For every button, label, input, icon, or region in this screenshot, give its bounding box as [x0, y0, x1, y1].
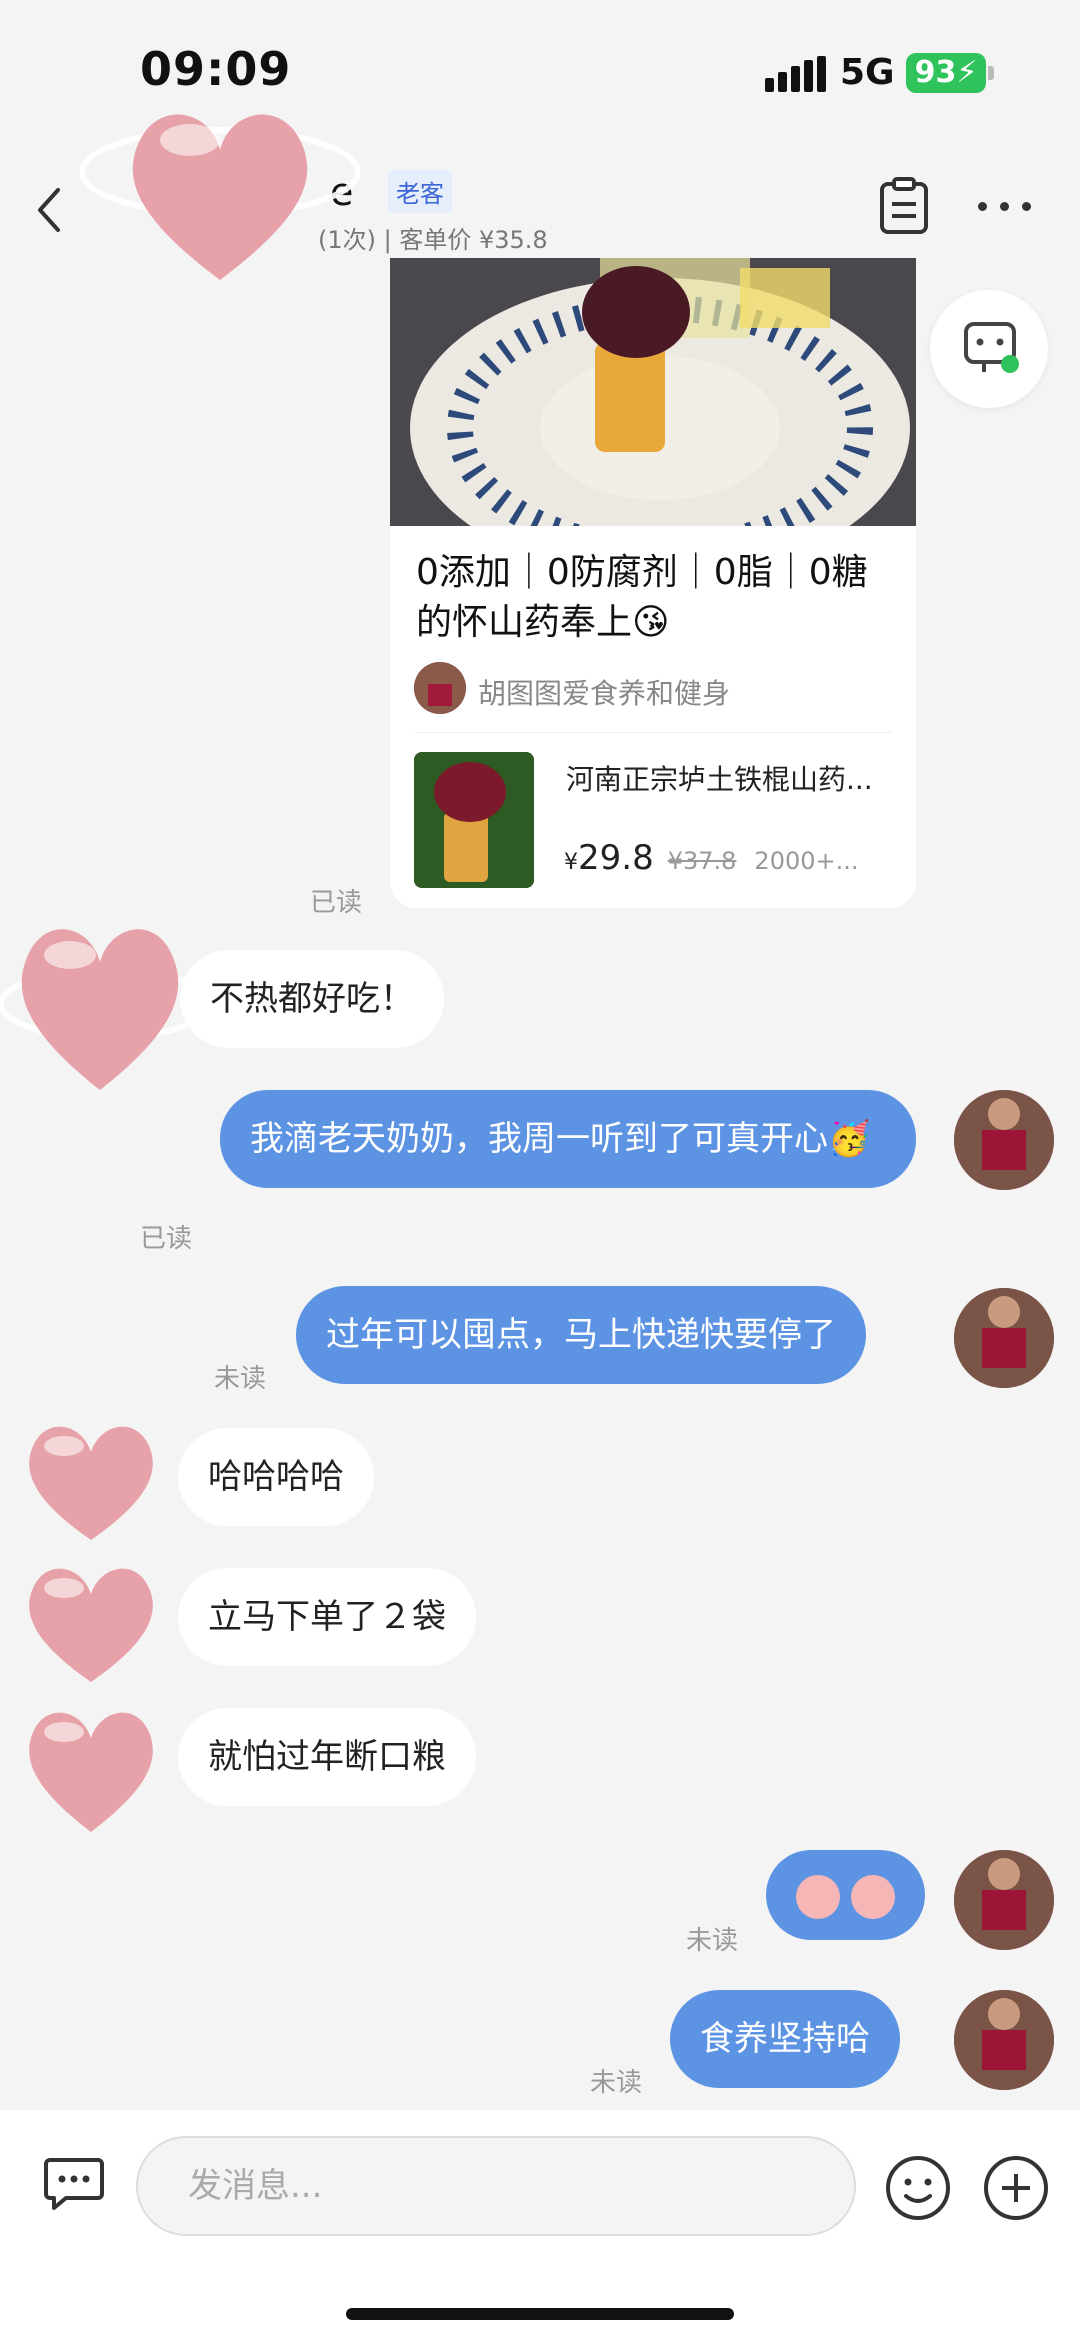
goods-price: 29.8: [578, 838, 654, 878]
self-avatar[interactable]: [954, 1288, 1054, 1388]
peach-sticker-icon: [796, 1874, 840, 1919]
heart-avatar-icon[interactable]: [6, 1548, 176, 1688]
heart-avatar-icon[interactable]: [6, 1690, 176, 1840]
product-card-title: 0添加｜0防腐剂｜0脂｜0糖 的怀山药奉上😘: [416, 552, 868, 643]
message-bubble-outgoing[interactable]: 食养坚持哈: [670, 1990, 900, 2088]
self-avatar[interactable]: [954, 1850, 1054, 1950]
signal-icon: [765, 56, 826, 92]
network-type: 5G: [840, 52, 895, 93]
ai-assistant-button[interactable]: [930, 290, 1048, 408]
battery-cap: [988, 66, 994, 80]
sticker-bubble[interactable]: [766, 1850, 925, 1940]
goods-price-row: ¥29.8 ¥37.8 2000+...: [564, 838, 859, 878]
battery-level: 93: [914, 55, 957, 90]
self-avatar[interactable]: [954, 1090, 1054, 1190]
home-indicator: [346, 2308, 734, 2320]
clipboard-icon[interactable]: [876, 176, 932, 236]
read-receipt: 未读: [686, 1926, 739, 1956]
author-avatar: [414, 662, 466, 714]
goods-thumbnail: [414, 752, 534, 888]
emoji-icon[interactable]: [884, 2154, 952, 2222]
message-bubble-incoming[interactable]: 哈哈哈哈: [178, 1428, 374, 1526]
heart-avatar-icon[interactable]: [6, 1406, 176, 1546]
more-icon[interactable]: [976, 196, 1036, 216]
plus-icon[interactable]: [982, 2154, 1050, 2222]
message-bubble-incoming[interactable]: 立马下单了２袋: [178, 1568, 476, 1666]
message-input[interactable]: [136, 2136, 856, 2236]
divider: [414, 732, 892, 733]
message-bubble-outgoing[interactable]: 我滴老天奶奶，我周一听到了可真开心🥳: [220, 1090, 916, 1188]
goods-original-price: ¥37.8: [667, 847, 737, 875]
message-bubble-outgoing[interactable]: 过年可以囤点，马上快递快要停了: [296, 1286, 866, 1384]
product-cover-image: [390, 258, 916, 526]
message-bubble-incoming[interactable]: 就怕过年断口粮: [178, 1708, 476, 1806]
input-bar: [0, 2110, 1080, 2341]
goods-sales: 2000+...: [754, 847, 859, 875]
heart-avatar-icon[interactable]: [0, 900, 210, 1100]
currency-symbol: ¥: [564, 850, 578, 875]
message-bubble-incoming[interactable]: 不热都好吃！: [180, 950, 444, 1048]
self-avatar[interactable]: [954, 1990, 1054, 2090]
heart-avatar-icon[interactable]: [80, 80, 360, 300]
goods-name: 河南正宗垆土铁棍山药...: [566, 763, 873, 796]
customer-tag: 老客: [388, 170, 452, 213]
battery-icon: 93⚡: [906, 53, 986, 93]
read-receipt: 未读: [214, 1364, 267, 1394]
quick-reply-icon[interactable]: [42, 2154, 106, 2214]
back-icon[interactable]: [28, 180, 68, 240]
read-receipt: 已读: [310, 888, 363, 918]
read-receipt: 未读: [590, 2068, 643, 2098]
read-receipt: 已读: [140, 1224, 193, 1254]
author-name: 胡图图爱食养和健身: [478, 677, 731, 710]
peach-sticker-icon: [850, 1874, 895, 1919]
product-share-card[interactable]: 0添加｜0防腐剂｜0脂｜0糖 的怀山药奉上😘 胡图图爱食养和健身 河南正宗垆土铁…: [390, 258, 916, 908]
